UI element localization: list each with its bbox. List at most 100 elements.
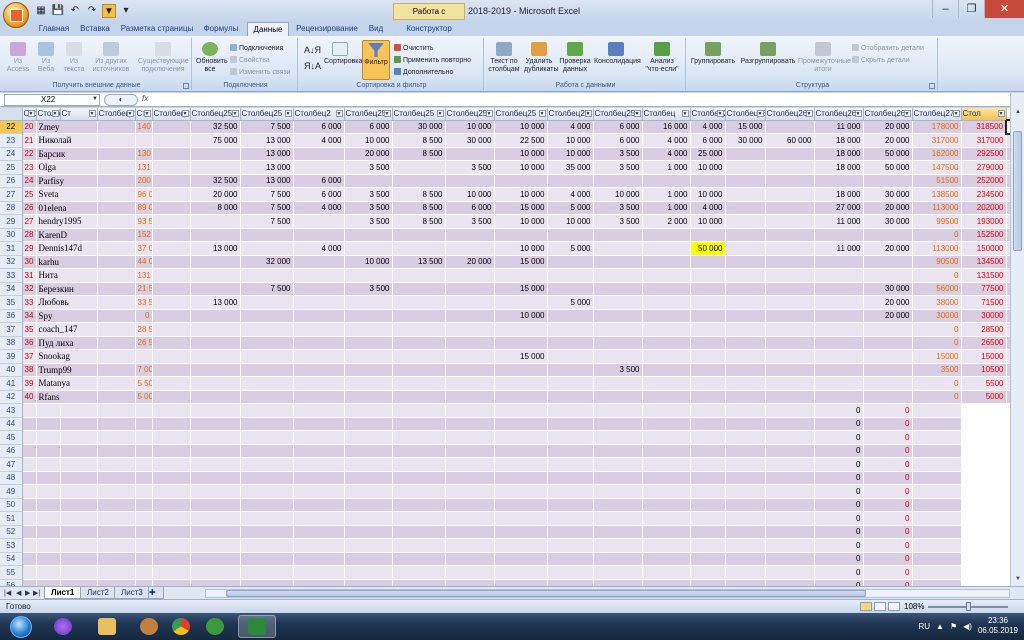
cell[interactable]: [344, 417, 393, 431]
cell[interactable]: 0: [814, 457, 864, 472]
cell[interactable]: [97, 390, 136, 404]
cell[interactable]: [814, 376, 864, 391]
cell[interactable]: 13 000: [240, 160, 294, 175]
cell[interactable]: 3 500: [344, 214, 393, 229]
cell[interactable]: 0: [814, 403, 864, 418]
language-indicator[interactable]: RU: [918, 622, 930, 631]
cell[interactable]: 10 000: [690, 214, 726, 229]
cell[interactable]: 3500: [912, 363, 962, 377]
cell[interactable]: [60, 484, 98, 499]
cell[interactable]: [293, 147, 345, 161]
cell[interactable]: [392, 376, 446, 391]
cell[interactable]: [22, 511, 37, 526]
cell[interactable]: [725, 552, 766, 566]
cell[interactable]: [642, 484, 691, 499]
cell[interactable]: [725, 511, 766, 526]
cell[interactable]: [814, 363, 864, 377]
row-header[interactable]: 56: [0, 579, 23, 586]
cell[interactable]: 0: [863, 511, 913, 526]
cell[interactable]: 0: [863, 525, 913, 539]
filter-dropdown-icon[interactable]: ▼: [633, 110, 641, 117]
cell[interactable]: [445, 430, 495, 445]
cell[interactable]: [190, 552, 241, 566]
tab-home[interactable]: Главная: [36, 22, 72, 36]
cell[interactable]: 38000: [912, 295, 962, 310]
cell[interactable]: 4 000: [293, 201, 345, 215]
cell[interactable]: 4 000: [547, 187, 594, 202]
cell[interactable]: [642, 174, 691, 188]
filter-dropdown-icon[interactable]: ▼: [584, 110, 592, 117]
cell[interactable]: 131 500: [135, 160, 153, 175]
cell[interactable]: [642, 457, 691, 472]
hide-detail-button[interactable]: Скрыть детали: [852, 56, 910, 65]
from-access-button[interactable]: Из Access: [6, 42, 30, 74]
horizontal-scroll-thumb[interactable]: [226, 590, 866, 597]
cell[interactable]: [725, 538, 766, 553]
cell[interactable]: 252000: [961, 174, 1007, 188]
rank-cell[interactable]: 30: [22, 255, 37, 269]
cell[interactable]: [445, 295, 495, 310]
cell[interactable]: 10 000: [690, 160, 726, 175]
cell[interactable]: 5 000: [547, 295, 594, 310]
row-header[interactable]: 50: [0, 498, 23, 512]
cell[interactable]: [97, 336, 136, 350]
cell[interactable]: [725, 444, 766, 458]
cell[interactable]: [240, 457, 294, 472]
row-header[interactable]: 30: [0, 228, 23, 242]
cell[interactable]: [863, 268, 913, 283]
cell[interactable]: [593, 295, 643, 310]
close-button[interactable]: ✕: [984, 0, 1024, 18]
cell[interactable]: [152, 322, 191, 337]
cell[interactable]: [293, 214, 345, 229]
cell[interactable]: [725, 187, 766, 202]
column-header[interactable]: Столбец2▼: [152, 108, 191, 121]
filter-dropdown-icon[interactable]: ▼: [952, 110, 960, 117]
scroll-down-icon[interactable]: ▼: [1013, 574, 1023, 584]
cell[interactable]: [190, 484, 241, 499]
cell[interactable]: 13 000: [190, 241, 241, 256]
cell[interactable]: 15 000: [725, 120, 766, 134]
cell[interactable]: [494, 498, 548, 512]
sort-az-button[interactable]: А↓Я: [304, 46, 321, 55]
cell[interactable]: [97, 565, 136, 580]
cell[interactable]: 44 000: [135, 255, 153, 269]
cell[interactable]: 4 000: [547, 120, 594, 134]
row-header[interactable]: 29: [0, 214, 23, 229]
cell[interactable]: [60, 538, 98, 553]
cell[interactable]: [190, 147, 241, 161]
cell[interactable]: 0: [814, 498, 864, 512]
cell[interactable]: [392, 430, 446, 445]
rank-cell[interactable]: 26: [22, 201, 37, 215]
cell[interactable]: [690, 565, 726, 580]
cell[interactable]: 140 500: [135, 120, 153, 134]
cell[interactable]: [152, 255, 191, 269]
select-all-corner[interactable]: [0, 108, 23, 121]
cell[interactable]: [690, 511, 726, 526]
cell[interactable]: [912, 538, 962, 553]
cell[interactable]: 20 000: [445, 255, 495, 269]
taskbar-torrent[interactable]: [196, 615, 234, 638]
cell[interactable]: [593, 268, 643, 283]
cell[interactable]: 50 000: [690, 241, 726, 256]
cell[interactable]: [190, 498, 241, 512]
cell[interactable]: 10 000: [494, 241, 548, 256]
cell[interactable]: [22, 430, 37, 445]
cell[interactable]: 11 000: [814, 214, 864, 229]
cell[interactable]: 71500: [961, 295, 1007, 310]
filter-dropdown-icon[interactable]: ▼: [383, 110, 391, 117]
cell[interactable]: 0: [863, 579, 913, 586]
cell[interactable]: [240, 430, 294, 445]
row-header[interactable]: 37: [0, 322, 23, 337]
cell[interactable]: [190, 309, 241, 323]
cell[interactable]: [547, 579, 594, 586]
rank-cell[interactable]: 27: [22, 214, 37, 229]
cell[interactable]: [240, 363, 294, 377]
cell[interactable]: [293, 444, 345, 458]
cell[interactable]: [344, 430, 393, 445]
cell[interactable]: [97, 376, 136, 391]
cell[interactable]: [60, 471, 98, 485]
rank-cell[interactable]: 34: [22, 309, 37, 323]
cell[interactable]: [240, 552, 294, 566]
cell[interactable]: [392, 511, 446, 526]
cell[interactable]: 162000: [912, 147, 962, 161]
